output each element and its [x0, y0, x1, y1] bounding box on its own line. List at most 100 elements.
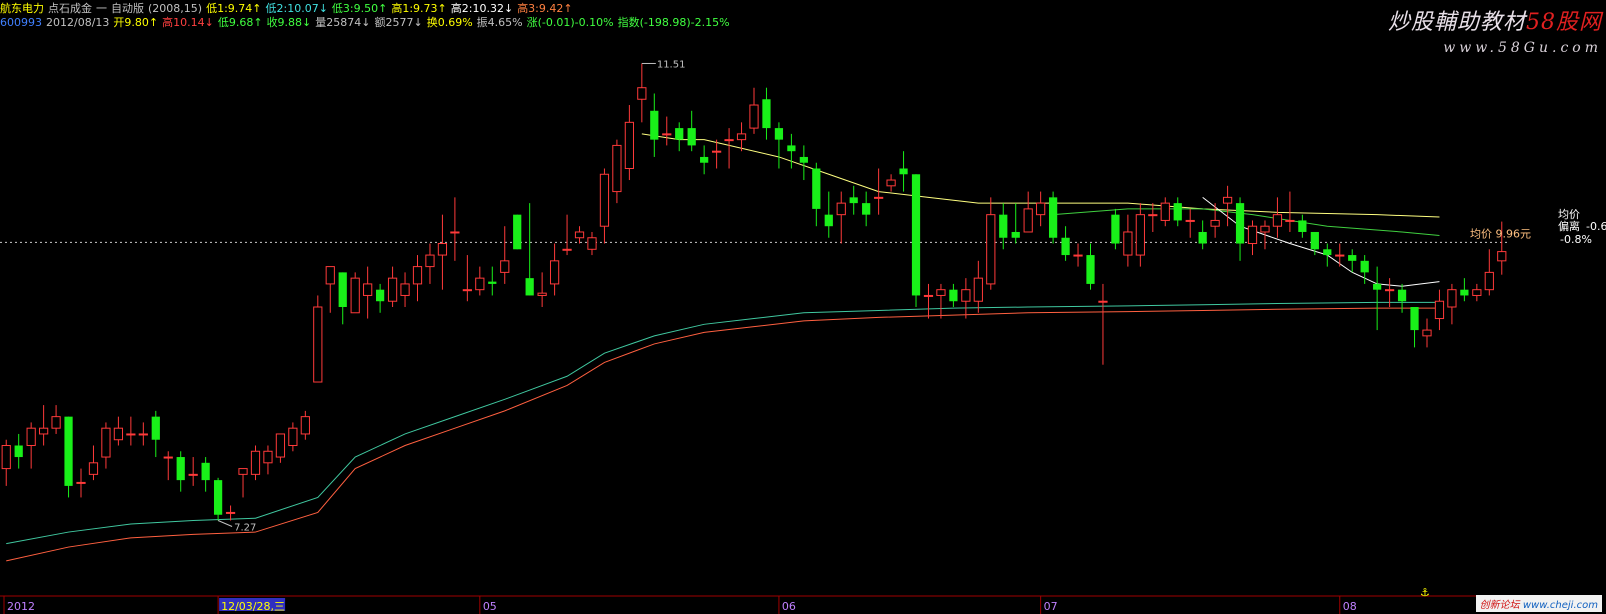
candle-body — [1173, 203, 1182, 221]
candle-body — [513, 214, 522, 250]
candle-body — [288, 427, 298, 446]
candle-body — [213, 480, 223, 515]
candle-body — [363, 283, 373, 296]
high-label: 11.51 — [657, 59, 686, 70]
candle-body — [138, 433, 148, 436]
candle-body — [749, 104, 759, 129]
watermark: 炒股輔助教材58股网 www.58Gu.com — [1388, 4, 1602, 56]
badge-text: 创新论坛 — [1479, 600, 1520, 611]
candle-body — [350, 277, 360, 314]
candle-body — [911, 174, 921, 296]
candle-body — [1335, 254, 1345, 257]
x-axis-label: 06 — [782, 600, 796, 613]
candle-body — [1472, 289, 1482, 296]
candle-body — [1048, 197, 1058, 238]
candle-body — [836, 202, 846, 216]
anchor-icon: ⚓ — [1420, 586, 1430, 599]
candle-body — [76, 481, 86, 484]
candle-body — [263, 450, 273, 464]
candle-body — [612, 144, 622, 193]
candle-body — [936, 289, 946, 296]
candle-body — [488, 281, 497, 284]
candlestick-chart: 11.517.27均价 9.96元均价偏离 -0.6-0.8%2012 12/03/… — [0, 59, 1606, 614]
candle-body — [387, 277, 398, 302]
candle-body — [1447, 289, 1457, 308]
candle-body — [325, 266, 335, 285]
x-axis-label: 2012 — [7, 600, 35, 613]
forum-badge: 创新论坛 www.cheji.com — [1475, 595, 1602, 612]
candle-body — [188, 473, 198, 476]
candle-body — [64, 416, 73, 486]
candle-body — [824, 214, 833, 227]
candle-body — [599, 173, 610, 227]
candle-body — [973, 277, 983, 302]
candle-body — [1410, 307, 1419, 331]
candle-body — [675, 128, 684, 140]
candle-body — [1373, 283, 1382, 290]
candle-body — [1434, 300, 1445, 320]
watermark-url: www.58Gu.com — [1443, 40, 1602, 56]
candle-body — [999, 214, 1008, 238]
candle-body — [225, 511, 236, 514]
candle-body — [1135, 214, 1145, 256]
side-label: -0.8% — [1560, 233, 1592, 246]
candle-body — [525, 278, 534, 296]
candle-body — [101, 427, 111, 458]
candle-body — [1160, 202, 1170, 221]
candle-body — [1397, 289, 1407, 302]
candle-body — [1123, 231, 1133, 256]
candle-body — [450, 231, 460, 234]
candle-body — [1198, 231, 1207, 244]
candle-body — [574, 231, 585, 239]
badge-site: www.cheji.com — [1522, 600, 1598, 611]
candle-body — [849, 197, 858, 204]
candle-body — [1011, 231, 1020, 238]
series-line-1 — [1053, 208, 1440, 236]
candle-body — [1086, 255, 1095, 284]
candle-body — [549, 260, 560, 285]
candle-body — [151, 416, 160, 440]
candle-body — [774, 128, 784, 140]
candle-body — [300, 416, 310, 435]
candle-body — [1185, 219, 1195, 222]
candle-body — [886, 179, 896, 187]
candle-body — [1298, 220, 1307, 232]
candle-body — [475, 277, 485, 291]
candle-body — [26, 427, 36, 446]
candle-body — [736, 133, 747, 141]
candle-body — [1360, 260, 1369, 273]
candle-body — [1235, 203, 1245, 244]
side-label: 偏离 — [1558, 219, 1580, 233]
candle-body — [1036, 202, 1046, 216]
candle-body — [462, 289, 472, 292]
candle-body — [537, 292, 547, 296]
candle-body — [1260, 225, 1270, 233]
candle-body — [961, 289, 971, 302]
candle-body — [1285, 219, 1295, 222]
side-label: -0.6 — [1586, 220, 1606, 233]
candle-body — [1497, 251, 1507, 262]
low-marker — [217, 520, 233, 527]
candle-body — [176, 457, 185, 481]
candle-body — [687, 128, 696, 146]
candle-body — [51, 416, 61, 429]
candle-body — [587, 237, 597, 250]
candle-body — [275, 433, 286, 458]
candle-body — [126, 433, 136, 436]
candle-body — [113, 427, 124, 441]
candle-body — [14, 445, 23, 458]
candle-body — [1310, 231, 1319, 250]
candle-body — [1247, 225, 1258, 245]
candle-body — [201, 462, 210, 481]
candle-body — [1384, 289, 1395, 292]
candle-body — [650, 110, 659, 140]
candle-body — [376, 289, 385, 302]
candle-body — [923, 294, 934, 297]
candle-body — [400, 283, 410, 296]
candle-body — [874, 196, 884, 199]
candle-body — [899, 168, 908, 175]
candle-body — [862, 203, 871, 215]
candle-body — [238, 468, 248, 475]
x-axis-label: 07 — [1044, 600, 1058, 613]
candle-body — [1422, 329, 1432, 337]
